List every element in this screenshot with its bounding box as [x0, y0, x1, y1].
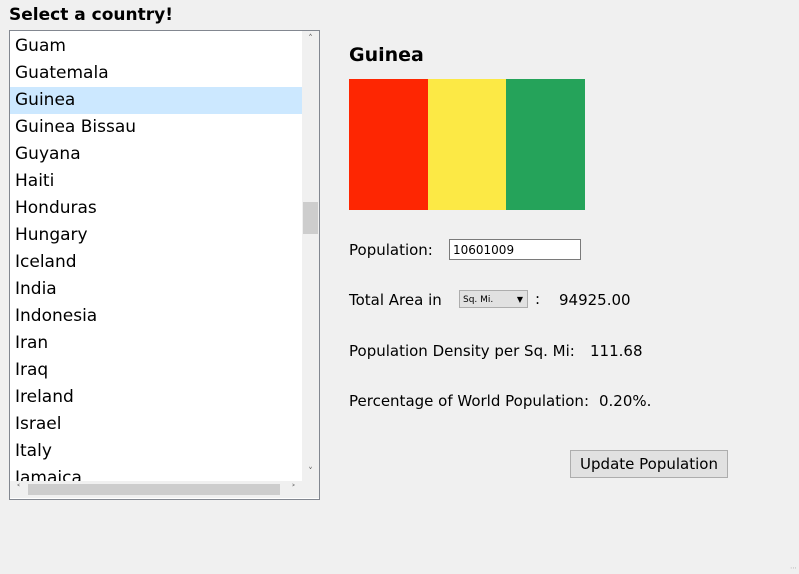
chevron-up-icon[interactable]: ˄	[302, 31, 319, 48]
area-label: Total Area in	[349, 291, 442, 309]
area-unit-value: Sq. Mi.	[463, 295, 494, 305]
population-input[interactable]	[449, 239, 581, 260]
world-percent-value: 0.20%.	[599, 392, 652, 410]
list-item-israel[interactable]: Israel	[10, 411, 302, 438]
area-unit-select[interactable]: Sq. Mi. ▼	[459, 290, 528, 308]
list-item-iran[interactable]: Iran	[10, 330, 302, 357]
vertical-scrollbar[interactable]: ˄ ˅	[302, 31, 319, 481]
caret-down-icon: ▼	[516, 295, 523, 304]
horizontal-scroll-thumb[interactable]	[28, 484, 280, 495]
chevron-left-icon[interactable]: ˂	[10, 481, 27, 498]
list-item-guinea[interactable]: Guinea	[10, 87, 302, 114]
list-item-honduras[interactable]: Honduras	[10, 195, 302, 222]
list-item-haiti[interactable]: Haiti	[10, 168, 302, 195]
list-item-guatemala[interactable]: Guatemala	[10, 60, 302, 87]
vertical-scroll-thumb[interactable]	[303, 202, 318, 234]
page-title: Select a country!	[9, 5, 173, 25]
list-item-indonesia[interactable]: Indonesia	[10, 303, 302, 330]
list-item-hungary[interactable]: Hungary	[10, 222, 302, 249]
flag-band-3	[506, 79, 586, 210]
list-item-india[interactable]: India	[10, 276, 302, 303]
list-item-ireland[interactable]: Ireland	[10, 384, 302, 411]
list-item-italy[interactable]: Italy	[10, 438, 302, 465]
density-value: 111.68	[590, 342, 643, 360]
area-value: 94925.00	[559, 291, 631, 309]
resize-grip-icon[interactable]: ⋯	[790, 564, 797, 572]
country-flag	[349, 79, 586, 210]
list-item-jamaica[interactable]: Jamaica	[10, 465, 302, 481]
list-item-guinea-bissau[interactable]: Guinea Bissau	[10, 114, 302, 141]
density-label: Population Density per Sq. Mi:	[349, 342, 575, 360]
population-label: Population:	[349, 241, 433, 259]
country-list: Guam Guatemala Guinea Guinea Bissau Guyana Ha…	[10, 33, 302, 481]
update-population-button[interactable]: Update Population	[570, 450, 728, 478]
world-percent-label: Percentage of World Population:	[349, 392, 589, 410]
chevron-down-icon[interactable]: ˅	[302, 464, 319, 481]
scroll-corner	[302, 481, 319, 498]
country-listbox[interactable]: Guam Guatemala Guinea Guinea Bissau Guyana Ha…	[9, 30, 320, 500]
list-item-iceland[interactable]: Iceland	[10, 249, 302, 276]
chevron-right-icon[interactable]: ˃	[285, 481, 302, 498]
list-item-guyana[interactable]: Guyana	[10, 141, 302, 168]
flag-band-2	[427, 79, 507, 210]
flag-band-1	[349, 79, 428, 210]
country-name: Guinea	[349, 44, 424, 66]
list-item-iraq[interactable]: Iraq	[10, 357, 302, 384]
list-item-guam[interactable]: Guam	[10, 33, 302, 60]
area-separator: :	[535, 290, 541, 308]
horizontal-scrollbar[interactable]: ˂ ˃	[10, 481, 302, 498]
app-window: Select a country! Guam Guatemala Guinea Gui…	[0, 0, 799, 574]
